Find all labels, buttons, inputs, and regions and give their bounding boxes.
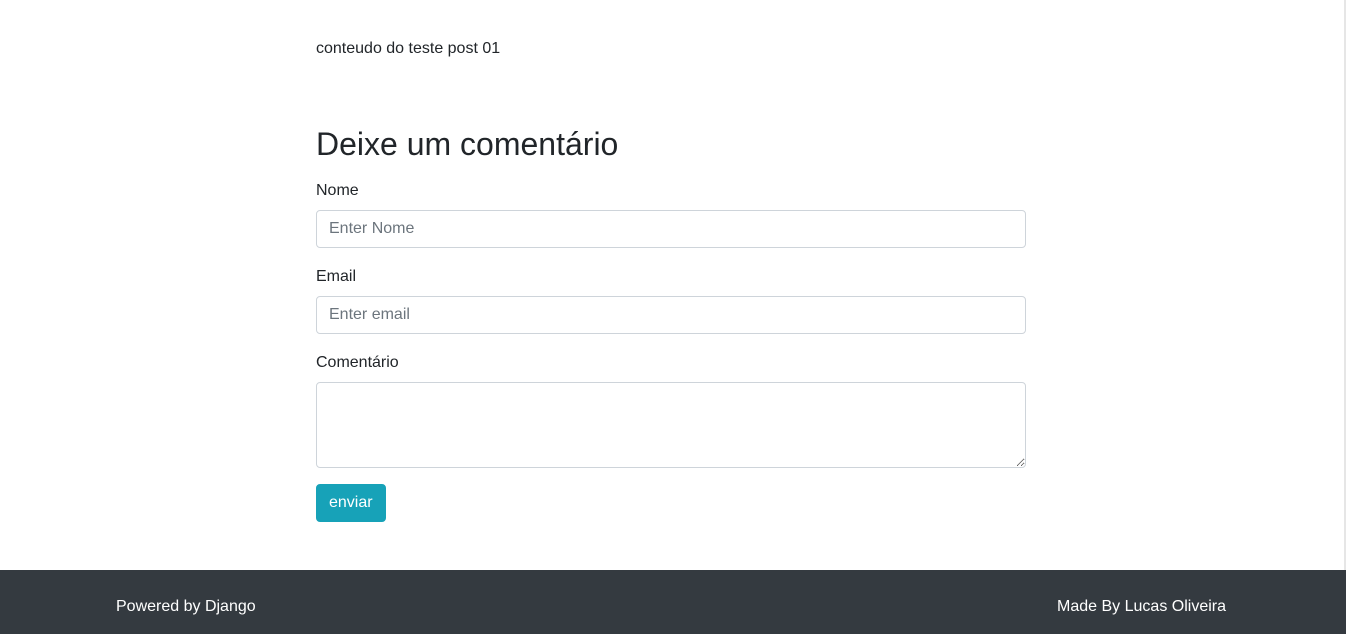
comment-form-title: Deixe um comentário <box>316 126 619 162</box>
email-label: Email <box>316 268 357 285</box>
footer-author: Made By Lucas Oliveira <box>1057 598 1226 615</box>
name-label: Nome <box>316 182 359 199</box>
page: conteudo do teste post 01 Deixe um comen… <box>0 0 1346 634</box>
post-content: conteudo do teste post 01 <box>316 40 501 57</box>
email-input[interactable] <box>316 296 1026 334</box>
name-input[interactable] <box>316 210 1026 248</box>
submit-button[interactable]: enviar <box>316 484 386 522</box>
comment-textarea[interactable] <box>316 382 1026 468</box>
footer: Powered by Django Made By Lucas Oliveira <box>0 570 1346 634</box>
footer-powered-by: Powered by Django <box>116 598 256 615</box>
comment-label: Comentário <box>316 354 399 371</box>
